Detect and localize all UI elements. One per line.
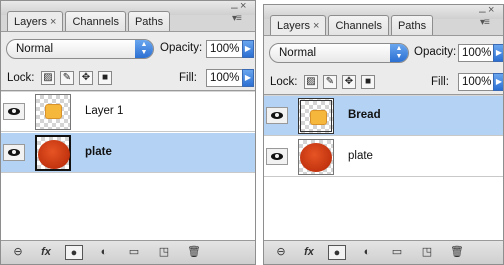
select-arrows-icon: ▲ ▼ bbox=[135, 40, 153, 58]
panel-menu-icon[interactable]: ▾≡ bbox=[232, 14, 242, 24]
trash-icon[interactable]: 🗑 bbox=[185, 245, 203, 260]
plate-image bbox=[300, 143, 332, 172]
new-group-icon[interactable]: ▭ bbox=[125, 245, 143, 260]
fill-label: Fill: bbox=[179, 72, 197, 84]
blend-mode-value: Normal bbox=[279, 47, 317, 59]
lock-all-icon[interactable]: ■ bbox=[361, 75, 375, 89]
lock-transparent-icon[interactable]: ▨ bbox=[304, 75, 318, 89]
fill-label: Fill: bbox=[431, 76, 449, 88]
fill-field[interactable]: 100% bbox=[206, 69, 243, 87]
layer-name[interactable]: plate bbox=[85, 146, 112, 158]
panel-bottom-bar: ⊖ fx ● ◐ ▭ ◳ 🗑 bbox=[264, 240, 503, 264]
layer-row-bread[interactable]: Bread bbox=[264, 96, 503, 136]
fx-icon[interactable]: fx bbox=[37, 245, 55, 260]
close-icon[interactable]: × bbox=[240, 1, 246, 12]
layer-row-plate[interactable]: plate bbox=[1, 133, 255, 173]
visibility-eye-icon[interactable] bbox=[3, 144, 25, 161]
layer-mask-icon[interactable]: ● bbox=[328, 245, 346, 260]
adjustment-layer-icon[interactable]: ◐ bbox=[358, 245, 376, 260]
tab-close-icon[interactable]: × bbox=[313, 20, 319, 32]
tab-paths[interactable]: Paths bbox=[127, 11, 171, 32]
new-group-icon[interactable]: ▭ bbox=[388, 245, 406, 260]
tab-paths[interactable]: Paths bbox=[390, 15, 434, 36]
panel-menu-icon[interactable]: ▾≡ bbox=[480, 18, 490, 28]
lock-all-icon[interactable]: ■ bbox=[98, 71, 112, 85]
layers-panel-right: – × ▾≡ Layers × Channels Paths Normal ▲ ▼ … bbox=[263, 4, 504, 265]
bread-image bbox=[45, 104, 62, 119]
new-layer-icon[interactable]: ◳ bbox=[418, 245, 436, 260]
plate-image bbox=[38, 140, 70, 169]
opacity-label: Opacity: bbox=[414, 46, 457, 58]
trash-icon[interactable]: 🗑 bbox=[448, 245, 466, 260]
visibility-eye-icon[interactable] bbox=[3, 103, 25, 120]
panel-tabs: Layers × Channels Paths bbox=[270, 15, 435, 36]
lock-label: Lock: bbox=[270, 76, 298, 88]
panel-tabs: Layers × Channels Paths bbox=[7, 11, 172, 32]
layer-mask-icon[interactable]: ● bbox=[65, 245, 83, 260]
link-layers-icon[interactable]: ⊖ bbox=[272, 245, 290, 260]
select-arrows-icon: ▲ ▼ bbox=[390, 44, 408, 62]
opacity-field[interactable]: 100% bbox=[458, 44, 494, 62]
lock-paint-icon[interactable]: ✎ bbox=[323, 75, 337, 89]
tab-label: Layers bbox=[277, 20, 311, 32]
blend-mode-value: Normal bbox=[16, 43, 54, 55]
opacity-slider-button[interactable]: ▶ bbox=[493, 44, 503, 62]
layer-thumbnail bbox=[298, 139, 334, 175]
lock-label: Lock: bbox=[7, 72, 35, 84]
tab-channels[interactable]: Channels bbox=[328, 15, 389, 36]
layer-row-layer-1[interactable]: Layer 1 bbox=[1, 92, 255, 132]
opacity-label: Opacity: bbox=[160, 42, 203, 54]
visibility-eye-icon[interactable] bbox=[266, 107, 288, 124]
blend-mode-select[interactable]: Normal ▲ ▼ bbox=[6, 39, 154, 59]
layers-list: Bread plate bbox=[264, 96, 503, 246]
panel-window-controls: – × ▾≡ bbox=[229, 1, 251, 25]
layers-list: Layer 1 plate bbox=[1, 92, 255, 242]
fill-slider-button[interactable]: ▶ bbox=[493, 73, 503, 91]
tab-label: Layers bbox=[14, 16, 48, 28]
opacity-field[interactable]: 100% bbox=[206, 40, 243, 58]
layer-controls: Normal ▲ ▼ Opacity: 100% ▶ Lock: ▨ ✎ ✥ ■ … bbox=[1, 31, 255, 91]
adjustment-layer-icon[interactable]: ◐ bbox=[95, 245, 113, 260]
tab-close-icon[interactable]: × bbox=[50, 16, 56, 28]
tab-channels[interactable]: Channels bbox=[65, 11, 126, 32]
layer-name[interactable]: Layer 1 bbox=[85, 105, 123, 117]
blend-mode-select[interactable]: Normal ▲ ▼ bbox=[269, 43, 409, 63]
layer-row-plate[interactable]: plate bbox=[264, 137, 503, 177]
tab-layers[interactable]: Layers × bbox=[7, 11, 64, 32]
new-layer-icon[interactable]: ◳ bbox=[155, 245, 173, 260]
lock-move-icon[interactable]: ✥ bbox=[79, 71, 93, 85]
minimize-icon[interactable]: – bbox=[479, 5, 486, 17]
layer-thumbnail bbox=[298, 98, 334, 134]
layer-thumbnail bbox=[35, 135, 71, 171]
layers-panel-left: – × ▾≡ Layers × Channels Paths Normal ▲ ▼ … bbox=[0, 0, 256, 265]
bread-image bbox=[310, 110, 327, 125]
layer-name[interactable]: Bread bbox=[348, 109, 381, 121]
tab-layers[interactable]: Layers × bbox=[270, 15, 327, 36]
layer-thumbnail bbox=[35, 94, 71, 130]
close-icon[interactable]: × bbox=[488, 5, 494, 16]
fx-icon[interactable]: fx bbox=[300, 245, 318, 260]
minimize-icon[interactable]: – bbox=[231, 1, 238, 13]
panel-bottom-bar: ⊖ fx ● ◐ ▭ ◳ 🗑 bbox=[1, 240, 255, 264]
fill-field[interactable]: 100% bbox=[458, 73, 494, 91]
layer-name[interactable]: plate bbox=[348, 150, 373, 162]
lock-paint-icon[interactable]: ✎ bbox=[60, 71, 74, 85]
panel-window-controls: – × ▾≡ bbox=[477, 5, 499, 29]
lock-transparent-icon[interactable]: ▨ bbox=[41, 71, 55, 85]
link-layers-icon[interactable]: ⊖ bbox=[9, 245, 27, 260]
layer-controls: Normal ▲ ▼ Opacity: 100% ▶ Lock: ▨ ✎ ✥ ■ … bbox=[264, 35, 503, 95]
fill-slider-button[interactable]: ▶ bbox=[242, 69, 254, 87]
lock-move-icon[interactable]: ✥ bbox=[342, 75, 356, 89]
opacity-slider-button[interactable]: ▶ bbox=[242, 40, 254, 58]
visibility-eye-icon[interactable] bbox=[266, 148, 288, 165]
